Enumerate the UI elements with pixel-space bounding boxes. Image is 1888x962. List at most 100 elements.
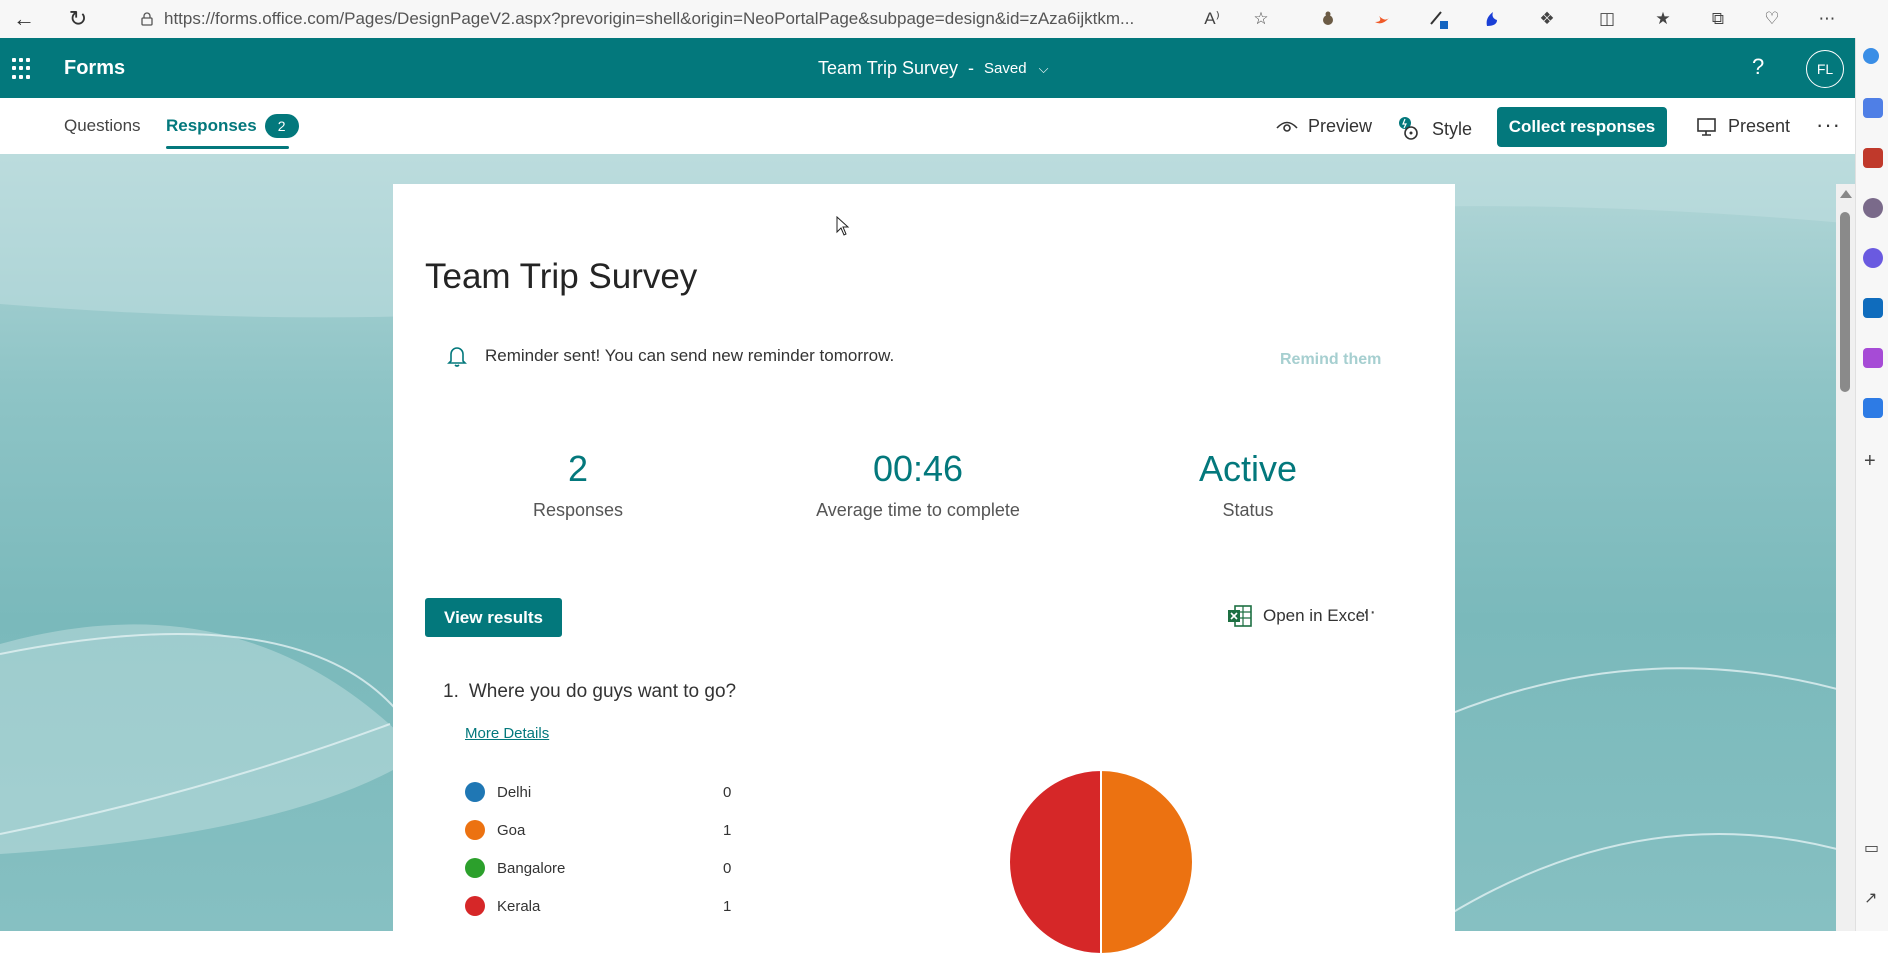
search-icon[interactable] bbox=[1863, 48, 1879, 64]
favorite-star-icon[interactable]: ☆ bbox=[1249, 7, 1273, 31]
stat-responses: 2 Responses bbox=[503, 448, 653, 521]
survey-title: Team Trip Survey bbox=[425, 257, 698, 296]
responses-count-badge: 2 bbox=[264, 114, 299, 138]
read-aloud-icon[interactable]: A⁾ bbox=[1200, 7, 1224, 31]
legend-item: Goa 1 bbox=[465, 818, 765, 856]
external-link-icon[interactable]: ↗ bbox=[1864, 888, 1877, 908]
tab-questions[interactable]: Questions bbox=[64, 116, 141, 136]
pie-slice-kerala[interactable] bbox=[1008, 768, 1102, 956]
browser-menu-icon[interactable]: ⋯ bbox=[1815, 7, 1839, 31]
collections-icon[interactable]: ⧉ bbox=[1706, 7, 1730, 31]
title-separator: - bbox=[968, 58, 975, 78]
legend-item: Kerala 1 bbox=[465, 894, 765, 932]
open-in-excel-button[interactable]: Open in Excel bbox=[1227, 604, 1369, 628]
legend-item: Bangalore 0 bbox=[465, 856, 765, 894]
tools-icon[interactable] bbox=[1863, 148, 1883, 168]
extension-swift-icon[interactable] bbox=[1370, 7, 1394, 31]
more-options-icon[interactable]: ··· bbox=[1356, 601, 1376, 624]
style-button[interactable]: Style bbox=[1398, 116, 1472, 142]
document-title-menu[interactable]: Team Trip Survey - Saved ⌵ bbox=[818, 58, 1048, 79]
lock-icon bbox=[141, 12, 153, 26]
scroll-up-arrow-icon[interactable] bbox=[1840, 190, 1852, 198]
tab-responses-label: Responses bbox=[166, 116, 257, 135]
legend-swatch bbox=[465, 896, 485, 916]
page-scrollbar[interactable] bbox=[1836, 184, 1855, 931]
present-label: Present bbox=[1728, 116, 1791, 136]
legend-swatch bbox=[465, 820, 485, 840]
more-options-icon[interactable]: ··· bbox=[1816, 112, 1841, 138]
open-in-excel-label: Open in Excel bbox=[1263, 606, 1369, 625]
games-icon[interactable] bbox=[1863, 198, 1883, 218]
scroll-thumb[interactable] bbox=[1840, 212, 1850, 392]
avatar[interactable]: FL bbox=[1806, 50, 1844, 88]
mouse-pointer-icon bbox=[836, 216, 850, 236]
excel-icon bbox=[1228, 605, 1252, 627]
legend-count: 0 bbox=[723, 784, 732, 801]
extensions-puzzle-icon[interactable]: ❖ bbox=[1535, 7, 1559, 31]
refresh-icon[interactable]: ↻ bbox=[64, 5, 92, 33]
stat-average-time-value: 00:46 bbox=[872, 448, 964, 489]
legend-label: Delhi bbox=[497, 784, 532, 801]
legend-count: 0 bbox=[723, 860, 732, 877]
address-bar[interactable]: https://forms.office.com/Pages/DesignPag… bbox=[140, 7, 1134, 31]
legend-swatch bbox=[465, 858, 485, 878]
document-title: Team Trip Survey bbox=[818, 58, 959, 78]
stat-status-label: Status bbox=[1222, 500, 1274, 520]
extension-bug-icon[interactable] bbox=[1316, 7, 1340, 31]
browser-toolbar: ← ↻ https://forms.office.com/Pages/Desig… bbox=[0, 0, 1888, 38]
app-name[interactable]: Forms bbox=[64, 57, 125, 80]
collect-responses-button[interactable]: Collect responses bbox=[1497, 107, 1667, 147]
sidebar-toggle-icon[interactable]: ▭ bbox=[1864, 838, 1879, 858]
legend-label: Goa bbox=[497, 822, 526, 839]
more-details-link[interactable]: More Details bbox=[465, 725, 549, 742]
legend-label: Kerala bbox=[497, 898, 541, 915]
preview-label: Preview bbox=[1308, 116, 1373, 136]
palette-icon bbox=[1399, 117, 1418, 140]
responses-card: Team Trip Survey Reminder sent! You can … bbox=[393, 184, 1455, 956]
style-label: Style bbox=[1432, 118, 1473, 139]
legend-item: Delhi 0 bbox=[465, 780, 765, 818]
stat-status: Active Status bbox=[1173, 448, 1323, 521]
stat-status-value: Active bbox=[1198, 448, 1298, 489]
active-tab-indicator bbox=[166, 146, 289, 149]
chart-legend: Delhi 0 Goa 1 Bangalore 0 Kerala 1 bbox=[465, 780, 765, 932]
responses-pie-chart bbox=[1008, 768, 1194, 956]
save-status: Saved bbox=[984, 60, 1027, 77]
send-icon[interactable] bbox=[1863, 398, 1883, 418]
reminder-text: Reminder sent! You can send new reminder… bbox=[485, 346, 895, 365]
view-results-button[interactable]: View results bbox=[425, 598, 562, 637]
eye-icon bbox=[1276, 121, 1298, 132]
copilot-icon[interactable] bbox=[1863, 248, 1883, 268]
pie-slice-goa[interactable] bbox=[1100, 768, 1194, 956]
legend-label: Bangalore bbox=[497, 860, 566, 877]
preview-button[interactable]: Preview bbox=[1276, 116, 1372, 137]
legend-count: 1 bbox=[723, 898, 732, 915]
help-icon[interactable]: ? bbox=[1752, 54, 1764, 80]
extension-flame-icon[interactable] bbox=[1480, 7, 1504, 31]
designer-icon[interactable] bbox=[1863, 348, 1883, 368]
bell-icon bbox=[447, 347, 467, 367]
outlook-icon[interactable] bbox=[1863, 298, 1883, 318]
add-icon[interactable]: + bbox=[1864, 450, 1876, 473]
question-number: 1. bbox=[443, 681, 459, 702]
url-text: https://forms.office.com/Pages/DesignPag… bbox=[164, 9, 1135, 28]
extension-picker-icon[interactable] bbox=[1426, 7, 1450, 31]
monitor-icon bbox=[1697, 117, 1716, 136]
stat-responses-label: Responses bbox=[532, 500, 624, 520]
reminder-banner: Reminder sent! You can send new reminder… bbox=[447, 345, 894, 367]
question-title: 1. Where you do guys want to go? bbox=[443, 681, 736, 703]
form-toolbar: Questions Responses 2 Preview Style Colle… bbox=[0, 98, 1855, 155]
present-button[interactable]: Present bbox=[1696, 116, 1790, 137]
edge-sidebar: + ▭ ↗ bbox=[1855, 38, 1888, 931]
shopping-icon[interactable] bbox=[1863, 98, 1883, 118]
app-launcher-icon[interactable] bbox=[12, 58, 34, 80]
split-screen-icon[interactable]: ◫ bbox=[1595, 7, 1619, 31]
remind-them-button[interactable]: Remind them bbox=[1280, 351, 1381, 369]
browser-essentials-icon[interactable]: ♡ bbox=[1760, 7, 1784, 31]
tab-responses[interactable]: Responses 2 bbox=[166, 114, 299, 138]
favorites-icon[interactable]: ★ bbox=[1651, 7, 1675, 31]
stat-responses-value: 2 bbox=[567, 448, 589, 489]
stat-average-time-label: Average time to complete bbox=[816, 500, 1020, 520]
chevron-down-icon: ⌵ bbox=[1038, 60, 1049, 76]
back-icon[interactable]: ← bbox=[10, 5, 38, 33]
